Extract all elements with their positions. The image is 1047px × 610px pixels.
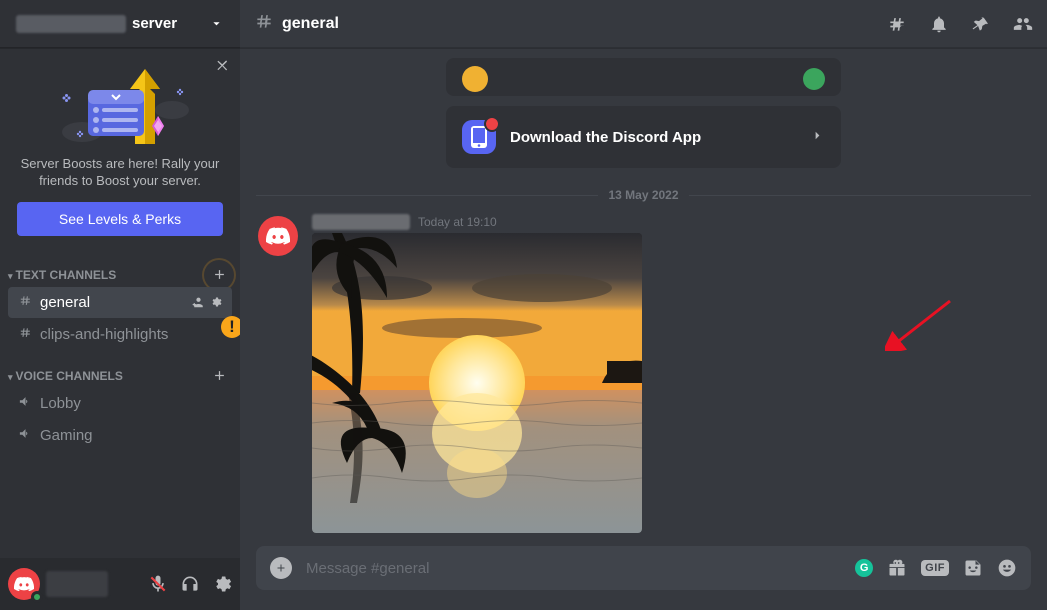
message-input[interactable] [306,560,841,577]
members-icon[interactable] [1013,14,1033,34]
chat-area: Download the Discord App 13 May 2022 Tod… [240,48,1047,546]
date-divider: 13 May 2022 [256,188,1031,202]
channel-label: Gaming [40,427,93,444]
composer: G GIF [256,546,1031,590]
download-app-label: Download the Discord App [510,129,701,146]
bell-icon[interactable] [929,14,949,34]
author-avatar[interactable] [258,216,298,256]
speaker-icon [16,394,34,413]
boost-text: Server Boosts are here! Rally your frien… [10,156,230,202]
self-username-redacted [46,571,108,597]
chevron-down-icon [209,16,224,31]
server-name-redacted [16,15,126,33]
phone-icon [462,120,496,154]
online-status-icon [31,591,43,603]
voice-channels-label: VOICE CHANNELS [16,369,123,383]
server-sidebar: server [0,0,240,610]
channel-general[interactable]: general [8,287,232,318]
hash-icon [16,293,34,312]
date-label: 13 May 2022 [608,188,678,202]
add-text-channel-button[interactable] [210,266,228,284]
grammarly-icon[interactable]: G [855,559,873,577]
channel-title: general [282,15,339,33]
server-name-suffix: server [132,15,177,32]
speaker-icon [16,426,34,445]
invite-icon[interactable] [190,295,205,310]
boost-card: Server Boosts are here! Rally your frien… [0,48,240,250]
message-timestamp: Today at 19:10 [418,215,497,229]
voice-channels-header[interactable]: ▾VOICE CHANNELS [0,351,240,387]
main-area: general Download the Discord App [240,0,1047,610]
channel-lobby[interactable]: Lobby [8,388,232,419]
gear-icon[interactable] [212,574,232,594]
server-header[interactable]: server [0,0,240,48]
emoji-icon[interactable] [997,558,1017,578]
welcome-card-partial[interactable] [446,58,841,96]
close-icon[interactable] [215,58,230,76]
channel-label: general [40,294,90,311]
gear-icon[interactable] [209,295,224,310]
user-panel [0,558,240,610]
warning-badge[interactable]: ! [221,316,240,338]
download-app-card[interactable]: Download the Discord App [446,106,841,168]
channels-list: ▾TEXT CHANNELS general clip [0,250,240,558]
attach-button[interactable] [270,557,292,579]
channel-label: Lobby [40,395,81,412]
channel-clips-and-highlights[interactable]: clips-and-highlights [8,319,232,350]
chevron-right-icon [810,128,825,146]
text-channels-header[interactable]: ▾TEXT CHANNELS [0,250,240,286]
gift-icon[interactable] [887,558,907,578]
channel-header: general [240,0,1047,48]
boost-illustration [10,64,230,144]
sticker-icon[interactable] [963,558,983,578]
self-avatar[interactable] [8,568,40,600]
boost-levels-button[interactable]: See Levels & Perks [17,202,223,236]
pin-icon[interactable] [971,14,991,34]
message: Today at 19:10 [256,210,1031,543]
hash-icon [16,325,34,344]
gif-button[interactable]: GIF [921,560,949,576]
mute-icon[interactable] [148,574,168,594]
hash-icon [254,11,274,36]
threads-icon[interactable] [887,14,907,34]
image-attachment[interactable] [312,233,642,533]
author-name-redacted[interactable] [312,214,410,230]
channel-label: clips-and-highlights [40,326,168,343]
add-voice-channel-button[interactable] [210,367,228,385]
channel-gaming[interactable]: Gaming [8,420,232,451]
headphones-icon[interactable] [180,574,200,594]
text-channels-label: TEXT CHANNELS [16,268,117,282]
